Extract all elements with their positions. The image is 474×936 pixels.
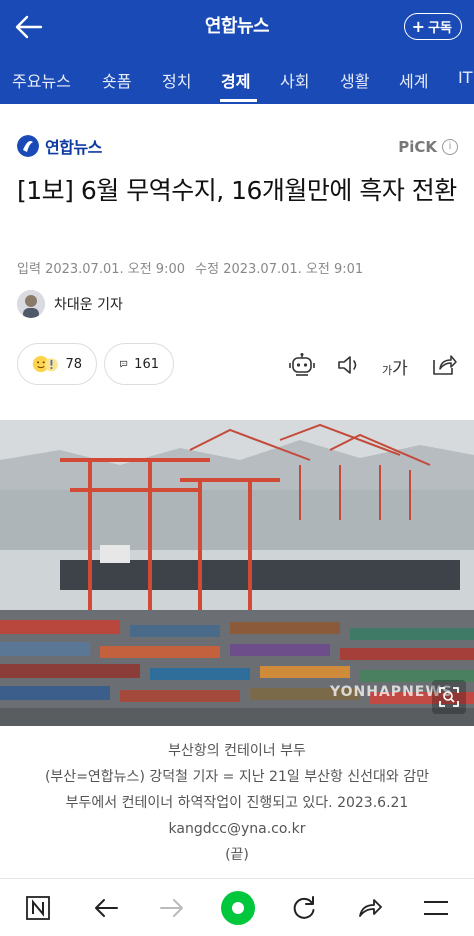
reporter-avatar bbox=[17, 290, 45, 318]
reaction-button[interactable]: 78 bbox=[17, 343, 97, 385]
subscribe-button[interactable]: + 구독 bbox=[403, 13, 462, 40]
font-size-button[interactable]: 가가 bbox=[382, 354, 408, 379]
article-photo[interactable]: YONHAPNEWS bbox=[0, 420, 474, 726]
naver-home-icon[interactable] bbox=[24, 894, 52, 922]
article-headline: [1보] 6월 무역수지, 16개월만에 흑자 전환 bbox=[17, 176, 457, 205]
refresh-icon[interactable] bbox=[290, 894, 318, 922]
green-dot-icon[interactable] bbox=[220, 890, 256, 926]
reaction-emoji-icon bbox=[32, 355, 58, 373]
site-title: 연합뉴스 bbox=[204, 16, 270, 37]
comment-icon bbox=[120, 360, 128, 368]
app-header: 연합뉴스 + 구독 bbox=[0, 0, 474, 52]
info-icon: i bbox=[442, 139, 458, 155]
tab-main-news[interactable]: 주요뉴스 bbox=[12, 68, 71, 92]
robot-summary-icon[interactable] bbox=[288, 352, 316, 378]
zoom-photo-button[interactable] bbox=[432, 680, 466, 714]
share-page-icon[interactable] bbox=[356, 894, 384, 922]
caption-line: (끝) bbox=[225, 847, 249, 863]
article-dates: 입력 2023.07.01. 오전 9:00 수정 2023.07.01. 오전… bbox=[17, 258, 363, 277]
font-size-small-label: 가 bbox=[382, 364, 393, 377]
category-tabs: 주요뉴스 숏폼 정치 경제 사회 생활 세계 IT bbox=[0, 52, 474, 104]
tab-politics[interactable]: 정치 bbox=[162, 68, 191, 92]
tab-it[interactable]: IT bbox=[458, 68, 473, 87]
zoom-icon bbox=[439, 687, 459, 707]
speaker-icon[interactable] bbox=[335, 352, 363, 378]
caption-line: 부두에서 컨테이너 하역작업이 진행되고 있다. 2023.6.21 bbox=[65, 795, 409, 811]
input-date: 2023.07.01. 오전 9:00 bbox=[45, 262, 186, 277]
reporter-byline[interactable]: 차대운 기자 bbox=[17, 290, 123, 318]
active-tab-indicator bbox=[220, 99, 257, 102]
tab-shortform[interactable]: 숏폼 bbox=[102, 68, 131, 92]
press-logo[interactable]: 연합뉴스 bbox=[17, 134, 102, 158]
yonhap-logo-icon bbox=[17, 135, 39, 157]
photo-caption: 부산항의 컨테이너 부두 (부산=연합뉴스) 강덕철 기자 = 지난 21일 부… bbox=[0, 738, 474, 868]
tab-society[interactable]: 사회 bbox=[280, 68, 309, 92]
bottom-navigation-bar bbox=[0, 878, 474, 936]
back-icon[interactable] bbox=[92, 894, 120, 922]
press-name: 연합뉴스 bbox=[45, 138, 102, 157]
tab-life[interactable]: 생활 bbox=[340, 68, 369, 92]
modified-label: 수정 bbox=[195, 262, 220, 277]
subscribe-label: 구독 bbox=[428, 21, 452, 36]
reporter-name: 차대운 기자 bbox=[54, 297, 123, 313]
tab-economy[interactable]: 경제 bbox=[221, 68, 250, 92]
modified-date: 2023.07.01. 오전 9:01 bbox=[223, 262, 364, 277]
font-size-large-label: 가 bbox=[392, 359, 408, 379]
caption-line: kangdcc@yna.co.kr bbox=[168, 821, 306, 837]
share-icon[interactable] bbox=[430, 352, 458, 378]
tab-world[interactable]: 세계 bbox=[399, 68, 428, 92]
caption-line: 부산항의 컨테이너 부두 bbox=[168, 743, 306, 759]
reaction-count: 78 bbox=[65, 356, 82, 372]
pick-badge[interactable]: PiCK i bbox=[398, 138, 458, 156]
input-label: 입력 bbox=[17, 262, 41, 277]
pick-label: PiCK bbox=[398, 138, 437, 156]
caption-line: (부산=연합뉴스) 강덕철 기자 = 지난 21일 부산항 신선대와 감만 bbox=[44, 769, 430, 785]
plus-icon: + bbox=[411, 16, 426, 36]
menu-icon[interactable] bbox=[422, 894, 450, 922]
comment-button[interactable]: 161 bbox=[104, 343, 174, 385]
comment-count: 161 bbox=[134, 356, 159, 372]
forward-icon[interactable] bbox=[158, 894, 186, 922]
